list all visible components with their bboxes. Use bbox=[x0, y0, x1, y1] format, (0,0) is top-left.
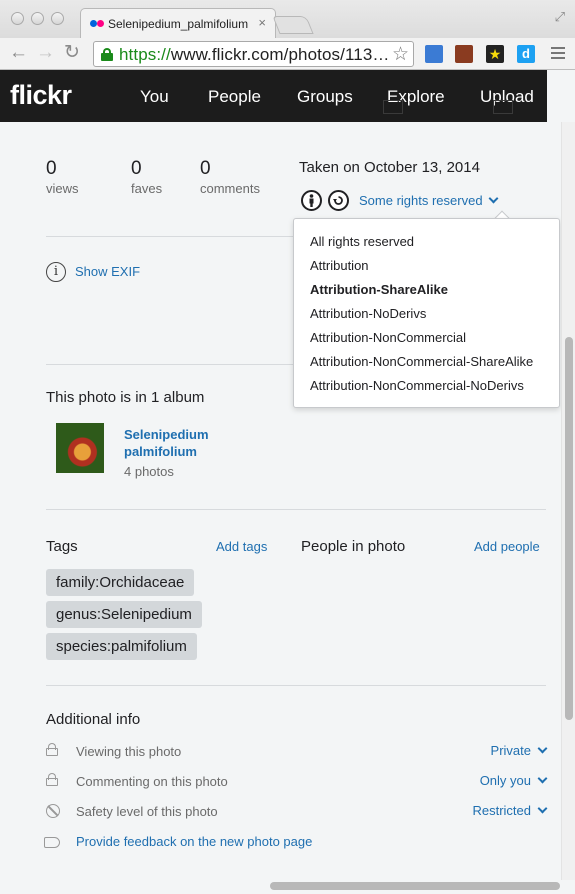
commenting-dropdown[interactable]: Only you bbox=[480, 773, 548, 788]
album-title-link[interactable]: Selenipedium palmifolium bbox=[124, 426, 244, 460]
faves-count: 0 bbox=[131, 158, 142, 179]
cc-sharealike-icon bbox=[328, 190, 349, 211]
browser-tab[interactable]: Selenipedium_palmifolium × bbox=[80, 8, 276, 38]
viewing-label: Viewing this photo bbox=[76, 744, 182, 759]
license-dropdown-button[interactable]: Some rights reserved bbox=[359, 193, 499, 208]
safety-dropdown[interactable]: Restricted bbox=[472, 803, 548, 818]
feedback-link[interactable]: Provide feedback on the new photo page bbox=[76, 834, 312, 849]
license-option-selected[interactable]: Attribution-ShareAlike bbox=[310, 282, 448, 297]
horizontal-scrollbar-thumb[interactable] bbox=[270, 882, 560, 890]
reload-icon[interactable]: ↻ bbox=[64, 43, 80, 63]
vertical-scrollbar-thumb[interactable] bbox=[565, 337, 573, 720]
new-tab-button[interactable] bbox=[272, 16, 314, 34]
show-exif-link[interactable]: Show EXIF bbox=[75, 264, 140, 279]
window-minimize-button[interactable] bbox=[31, 12, 44, 25]
tab-title: Selenipedium_palmifolium bbox=[108, 17, 249, 31]
taken-date[interactable]: Taken on October 13, 2014 bbox=[299, 159, 480, 176]
flickr-header: flickr You People Groups Explore Upload bbox=[0, 70, 547, 122]
bookmark-star-icon[interactable]: ☆ bbox=[392, 43, 409, 66]
add-tags-link[interactable]: Add tags bbox=[216, 539, 267, 554]
license-option[interactable]: Attribution-NoDerivs bbox=[310, 306, 426, 321]
fullscreen-icon[interactable]: ⤢ bbox=[555, 9, 565, 25]
window-close-button[interactable] bbox=[11, 12, 24, 25]
tag-chip[interactable]: family:Orchidaceae bbox=[46, 569, 195, 596]
nav-groups[interactable]: Groups bbox=[297, 87, 353, 107]
share-ghost-icon bbox=[383, 100, 403, 114]
additional-info-heading: Additional info bbox=[46, 711, 141, 728]
album-photo-count: 4 photos bbox=[124, 464, 174, 479]
faves-label: faves bbox=[131, 181, 163, 196]
d-extension-icon[interactable]: d bbox=[517, 45, 535, 63]
license-option[interactable]: Attribution bbox=[310, 258, 369, 273]
safety-label: Safety level of this photo bbox=[76, 804, 218, 819]
cc-attribution-icon bbox=[301, 190, 322, 211]
commenting-label: Commenting on this photo bbox=[76, 774, 228, 789]
url-text: https://www.flickr.com/photos/113… bbox=[119, 45, 390, 64]
nav-you[interactable]: You bbox=[140, 87, 169, 107]
browser-titlebar: Selenipedium_palmifolium × ⤢ bbox=[0, 0, 575, 38]
back-icon[interactable]: ← bbox=[9, 43, 28, 63]
album-heading: This photo is in 1 album bbox=[46, 389, 205, 406]
address-bar[interactable]: https://www.flickr.com/photos/113… ☆ bbox=[93, 41, 414, 67]
license-option[interactable]: All rights reserved bbox=[310, 234, 414, 249]
secure-lock-icon bbox=[101, 48, 113, 61]
info-icon: i bbox=[46, 262, 66, 282]
add-people-link[interactable]: Add people bbox=[474, 539, 540, 554]
megaphone-icon bbox=[44, 837, 60, 848]
tab-close-icon[interactable]: × bbox=[258, 15, 266, 30]
comments-label: comments bbox=[200, 181, 260, 196]
extension-icon[interactable] bbox=[455, 45, 473, 63]
tag-chip[interactable]: genus:Selenipedium bbox=[46, 601, 202, 628]
tag-chip[interactable]: species:palmifolium bbox=[46, 633, 197, 660]
viewing-dropdown[interactable]: Private bbox=[491, 743, 548, 758]
chevron-down-icon bbox=[488, 193, 499, 204]
safety-icon bbox=[46, 804, 60, 818]
views-label: views bbox=[46, 181, 79, 196]
lock-icon bbox=[46, 773, 60, 787]
browser-toolbar: ← → ↻ https://www.flickr.com/photos/113…… bbox=[0, 38, 575, 70]
license-option[interactable]: Attribution-NonCommercial-ShareAlike bbox=[310, 354, 533, 369]
license-option[interactable]: Attribution-NonCommercial-NoDerivs bbox=[310, 378, 524, 393]
forward-icon[interactable]: → bbox=[36, 43, 55, 63]
album-thumbnail[interactable] bbox=[56, 423, 104, 473]
chevron-down-icon bbox=[537, 773, 548, 784]
divider bbox=[46, 509, 546, 510]
chevron-down-icon bbox=[537, 803, 548, 814]
people-heading: People in photo bbox=[301, 538, 406, 555]
divider bbox=[46, 685, 546, 686]
tags-heading: Tags bbox=[46, 538, 78, 555]
browser-menu-icon[interactable] bbox=[551, 47, 565, 62]
license-dropdown-menu: All rights reserved Attribution Attribut… bbox=[293, 218, 560, 408]
nav-people[interactable]: People bbox=[208, 87, 261, 107]
flickr-favicon-icon bbox=[90, 20, 104, 27]
reader-extension-icon[interactable] bbox=[425, 45, 443, 63]
window-zoom-button[interactable] bbox=[51, 12, 64, 25]
more-ghost-icon bbox=[493, 100, 513, 114]
comments-count: 0 bbox=[200, 158, 211, 179]
views-count: 0 bbox=[46, 158, 57, 179]
license-option[interactable]: Attribution-NonCommercial bbox=[310, 330, 466, 345]
flickr-logo[interactable]: flickr bbox=[10, 80, 72, 111]
star-extension-icon[interactable]: ★ bbox=[486, 45, 504, 63]
chevron-down-icon bbox=[537, 743, 548, 754]
lock-icon bbox=[46, 743, 60, 757]
